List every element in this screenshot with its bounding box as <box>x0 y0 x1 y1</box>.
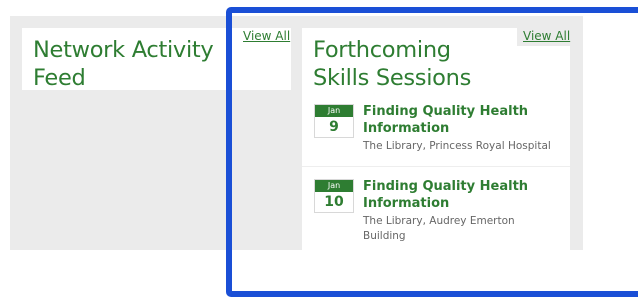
event-date-badge: Jan 10 <box>314 179 354 213</box>
event-divider <box>302 166 570 167</box>
event-list-item[interactable]: Jan 10 Finding Quality Health Informatio… <box>302 171 570 250</box>
event-location: The Library, Princess Royal Hospital <box>363 140 551 152</box>
event-title-link[interactable]: Finding Quality Health Information <box>363 103 559 137</box>
network-activity-feed-title: Network Activity Feed <box>33 37 214 91</box>
event-month: Jan <box>315 105 353 117</box>
event-date-badge: Jan 9 <box>314 104 354 138</box>
network-feed-view-all-link[interactable]: View All <box>243 29 290 44</box>
skills-sessions-title: Forthcoming Skills Sessions <box>313 37 472 91</box>
event-day: 10 <box>324 194 344 210</box>
event-list-item[interactable]: Jan 9 Finding Quality Health Information… <box>302 96 570 164</box>
event-month: Jan <box>315 180 353 192</box>
event-day: 9 <box>329 119 339 135</box>
skills-sessions-view-all-link[interactable]: View All <box>517 28 576 46</box>
event-title-link[interactable]: Finding Quality Health Information <box>363 178 559 212</box>
event-location: The Library, Audrey Emerton Building <box>363 215 515 242</box>
